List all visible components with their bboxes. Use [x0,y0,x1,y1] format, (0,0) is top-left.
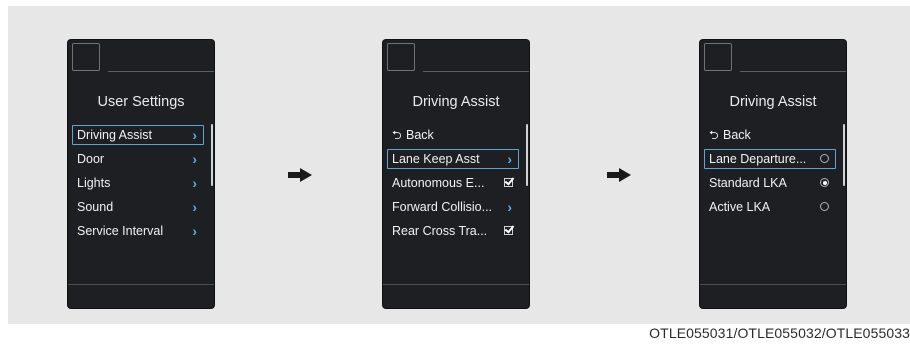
menu-item-forward-collision[interactable]: Forward Collisio... › [387,197,519,217]
cluster-screen-lane-keep: Driving Assist ⮌ Back Lane Departure... S… [700,40,846,308]
menu-item-label: Lane Keep Asst [392,152,480,166]
chevron-right-icon: › [192,151,197,167]
menu-item-label: Forward Collisio... [392,200,493,214]
menu-item-service-interval[interactable]: Service Interval › [72,221,204,241]
back-label: Back [723,128,751,142]
menu-item-label: Service Interval [77,224,164,238]
chevron-right-icon: › [192,223,197,239]
option-standard-lka[interactable]: Standard LKA [704,173,836,193]
figure-caption: OTLE055031/OTLE055032/OTLE055033 [649,325,910,341]
footer-divider [68,284,214,285]
option-label: Active LKA [709,200,771,214]
footer-divider [383,284,529,285]
header-divider [108,71,214,72]
menu-item-autonomous-emergency[interactable]: Autonomous E... [387,173,519,193]
screen-title: Driving Assist [729,94,817,110]
option-label: Standard LKA [709,176,787,190]
menu-item-sound[interactable]: Sound › [72,197,204,217]
menu-item-rear-cross-traffic[interactable]: Rear Cross Tra... [387,221,519,241]
radio-off-icon[interactable] [820,202,829,211]
header-divider [423,71,529,72]
radio-off-icon[interactable] [820,154,829,163]
radio-on-icon[interactable] [820,178,829,187]
back-arrow-icon: ⮌ [392,128,402,142]
menu-item-label: Door [77,152,105,166]
cluster-screen-user-settings: User Settings Driving Assist › Door › Li… [68,40,214,308]
screen-title: Driving Assist [412,94,500,110]
chevron-right-icon: › [192,175,197,191]
chevron-right-icon: › [192,127,197,143]
cluster-screen-driving-assist: Driving Assist ⮌ Back Lane Keep Asst › Au… [383,40,529,308]
back-label: Back [406,128,434,142]
footer-divider [700,284,846,285]
arrow-right-icon [288,168,312,182]
header-divider [740,71,846,72]
chevron-right-icon: › [507,199,512,215]
back-button[interactable]: ⮌ Back [704,125,836,145]
option-lane-departure[interactable]: Lane Departure... [704,149,836,169]
menu-item-label: Sound [77,200,114,214]
scrollbar[interactable] [843,124,845,186]
option-label: Lane Departure... [709,152,807,166]
status-box [387,43,415,71]
status-box [704,43,732,71]
screen-title: User Settings [97,94,185,110]
menu-item-lights[interactable]: Lights › [72,173,204,193]
menu-item-door[interactable]: Door › [72,149,204,169]
menu-item-label: Autonomous E... [392,176,485,190]
arrow-right-icon [607,168,631,182]
option-active-lka[interactable]: Active LKA [704,197,836,217]
chevron-right-icon: › [507,151,512,167]
scrollbar[interactable] [526,124,528,186]
menu-item-driving-assist[interactable]: Driving Assist › [72,125,204,145]
status-box [72,43,100,71]
menu-item-label: Lights [77,176,111,190]
checkbox-checked-icon[interactable] [504,178,513,187]
back-arrow-icon: ⮌ [709,128,719,142]
scrollbar[interactable] [211,124,213,186]
menu-item-label: Driving Assist [77,128,153,142]
chevron-right-icon: › [192,199,197,215]
back-button[interactable]: ⮌ Back [387,125,519,145]
menu-item-label: Rear Cross Tra... [392,224,488,238]
menu-item-lane-keep-asst[interactable]: Lane Keep Asst › [387,149,519,169]
checkbox-checked-icon[interactable] [504,226,513,235]
